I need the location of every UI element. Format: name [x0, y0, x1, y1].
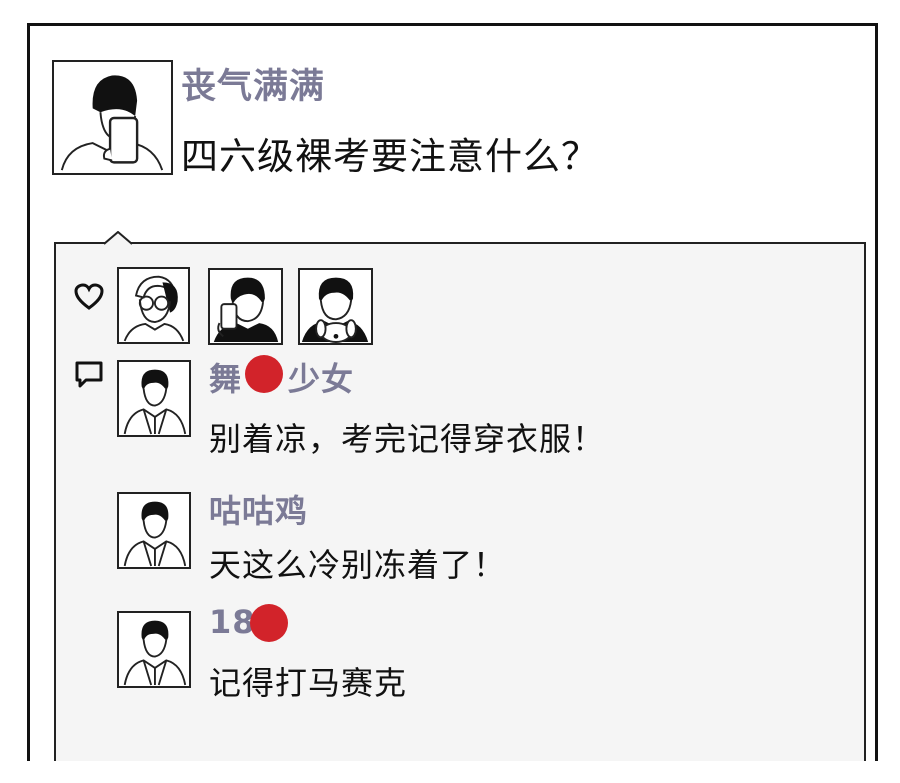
liker-avatar-glasses[interactable] [117, 267, 190, 344]
comment-text: 记得打马赛克 [209, 664, 408, 702]
panel-notch [104, 231, 133, 245]
comment-text: 天这么冷别冻着了！ [209, 546, 507, 584]
poster-name[interactable]: 丧气满满 [181, 58, 325, 109]
heart-icon[interactable] [74, 283, 104, 311]
liker-avatar-dog[interactable] [298, 268, 373, 345]
commenter-avatar[interactable] [117, 611, 191, 688]
comment-author[interactable]: 18 [209, 603, 256, 641]
liker-avatar-phone[interactable] [208, 268, 283, 345]
comment-author-part: 少女 [288, 360, 355, 398]
commenter-avatar[interactable] [117, 492, 191, 569]
comment-author-part: 舞 [209, 360, 243, 398]
post-text: 四六级裸考要注意什么？ [181, 135, 599, 178]
comment-author[interactable]: 咕咕鸡 [209, 486, 308, 532]
comment-text: 别着凉，考完记得穿衣服！ [209, 420, 606, 458]
comment-icon[interactable] [74, 360, 104, 390]
poster-avatar[interactable] [52, 60, 173, 175]
redaction-dot [250, 604, 288, 642]
commenter-avatar[interactable] [117, 360, 191, 437]
redaction-dot [245, 355, 283, 393]
